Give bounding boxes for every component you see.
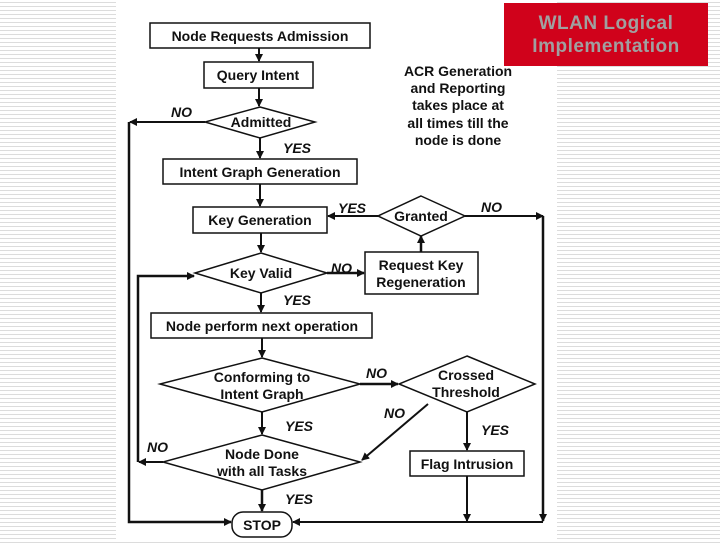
node-conforming-text-2: Intent Graph: [220, 386, 303, 402]
node-done-text-2: with all Tasks: [216, 463, 307, 479]
label-done-no: NO: [147, 439, 168, 455]
node-query-text: Query Intent: [217, 67, 300, 83]
node-granted-text: Granted: [394, 208, 448, 224]
note-line-5: node is done: [415, 132, 502, 148]
node-request-key-text-1: Request Key: [379, 257, 464, 273]
node-nextop-text: Node perform next operation: [166, 318, 358, 334]
node-stop-text: STOP: [243, 517, 281, 533]
node-keyvalid-text: Key Valid: [230, 265, 292, 281]
node-conforming-text-1: Conforming to: [214, 369, 310, 385]
label-crossed-no: NO: [384, 405, 405, 421]
label-done-yes: YES: [285, 491, 314, 507]
label-conforming-no: NO: [366, 365, 387, 381]
node-request-key-text-2: Regeneration: [376, 274, 465, 290]
label-keyvalid-yes: YES: [283, 292, 312, 308]
label-admitted-yes: YES: [283, 140, 312, 156]
label-granted-yes: YES: [338, 200, 367, 216]
label-keyvalid-no: NO: [331, 260, 352, 276]
note-line-3: takes place at: [412, 97, 504, 113]
label-conforming-yes: YES: [285, 418, 314, 434]
slide-title-line-1: WLAN Logical: [538, 12, 674, 34]
flowchart-figure: Node Requests Admission Query Intent Adm…: [116, 0, 557, 540]
node-crossed-text-1: Crossed: [438, 367, 494, 383]
edge-inner-left: [136, 272, 195, 462]
flowchart-svg: Node Requests Admission Query Intent Adm…: [127, 22, 547, 538]
note-line-1: ACR Generation: [404, 63, 512, 79]
node-admitted-text: Admitted: [231, 114, 292, 130]
node-intent-graph-text: Intent Graph Generation: [179, 164, 340, 180]
label-granted-no: NO: [481, 199, 502, 215]
node-keygen-text: Key Generation: [208, 212, 311, 228]
note-line-2: and Reporting: [411, 80, 506, 96]
label-crossed-yes: YES: [481, 422, 510, 438]
slide-title: WLAN Logical Implementation: [504, 3, 708, 66]
node-crossed-text-2: Threshold: [432, 384, 500, 400]
node-done-text-1: Node Done: [225, 446, 299, 462]
node-start-text: Node Requests Admission: [172, 28, 349, 44]
node-flag-text: Flag Intrusion: [421, 456, 514, 472]
node-conforming-diamond: [157, 357, 363, 413]
slide-title-line-2: Implementation: [532, 35, 680, 57]
label-admitted-no: NO: [171, 104, 192, 120]
note-line-4: all times till the: [407, 115, 508, 131]
